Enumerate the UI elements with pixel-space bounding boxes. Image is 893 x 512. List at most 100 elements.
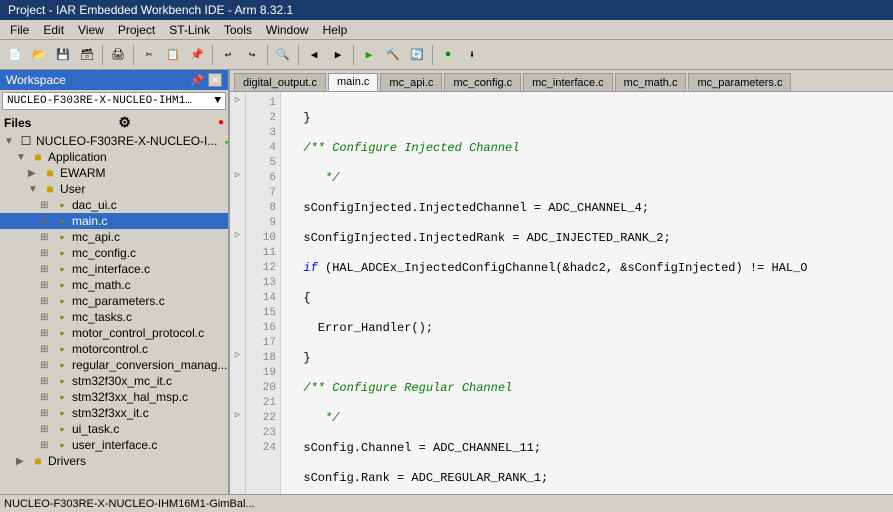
search-button[interactable]: 🔍 [272, 44, 294, 66]
ui-task-file-icon: ▪ [54, 422, 70, 436]
gutter-marker-18[interactable]: ▷ [230, 347, 245, 362]
tree-root[interactable]: ▼ ☐ NUCLEO-F303RE-X-NUCLEO-I... ✓ [0, 133, 228, 149]
tab-mc-api[interactable]: mc_api.c [380, 73, 442, 91]
menu-edit[interactable]: Edit [37, 22, 70, 38]
tree-stm32-mc-it-label: stm32f30x_mc_it.c [72, 374, 172, 388]
stm32-mc-it-expand: ⊞ [40, 376, 52, 387]
gutter-marker-5 [230, 152, 245, 167]
tree-mc-interface[interactable]: ⊞ ▪ mc_interface.c [0, 261, 228, 277]
pin-icon[interactable]: 📌 [190, 74, 204, 87]
tree-mc-tasks[interactable]: ⊞ ▪ mc_tasks.c [0, 309, 228, 325]
rebuild-button[interactable]: 🔄 [406, 44, 428, 66]
project-selector[interactable]: NUCLEO-F303RE-X-NUCLEO-IHM16M1-GimBal ▼ [2, 92, 226, 110]
download-button[interactable]: ⬇ [461, 44, 483, 66]
tree-mc-parameters[interactable]: ⊞ ▪ mc_parameters.c [0, 293, 228, 309]
gutter-marker-22[interactable]: ▷ [230, 407, 245, 422]
workspace-header: Workspace 📌 ✕ [0, 70, 228, 90]
back-button[interactable]: ◀ [303, 44, 325, 66]
line-num-22: 22 [250, 411, 276, 426]
tree-main-c[interactable]: ⊞ ▪ main.c [0, 213, 228, 229]
line-num-24: 24 [250, 441, 276, 456]
cut-button[interactable]: ✂ [138, 44, 160, 66]
tree-application-label: Application [48, 150, 107, 164]
stm32-it-file-icon: ▪ [54, 406, 70, 420]
file-tree: ▼ ☐ NUCLEO-F303RE-X-NUCLEO-I... ✓ ▼ ■ Ap… [0, 133, 228, 494]
code-line-10: /** Configure Regular Channel [289, 381, 885, 396]
tab-digital-output[interactable]: digital_output.c [234, 73, 326, 91]
save-all-button[interactable]: 🗃 [76, 44, 98, 66]
gutter-marker-9 [230, 212, 245, 227]
tree-stm32-mc-it[interactable]: ⊞ ▪ stm32f30x_mc_it.c [0, 373, 228, 389]
project-name: NUCLEO-F303RE-X-NUCLEO-IHM16M1-GimBal [7, 95, 197, 107]
tree-hal-msp[interactable]: ⊞ ▪ stm32f3xx_hal_msp.c [0, 389, 228, 405]
dac-ui-expand: ⊞ [40, 200, 52, 211]
tree-hal-msp-label: stm32f3xx_hal_msp.c [72, 390, 188, 404]
undo-button[interactable]: ↩ [217, 44, 239, 66]
redo-button[interactable]: ↪ [241, 44, 263, 66]
copy-button[interactable]: 📋 [162, 44, 184, 66]
tree-ui-task[interactable]: ⊞ ▪ ui_task.c [0, 421, 228, 437]
gutter-marker-24 [230, 437, 245, 452]
tab-bar: digital_output.c main.c mc_api.c mc_conf… [230, 70, 893, 92]
mc-tasks-expand: ⊞ [40, 312, 52, 323]
tree-motor-control-protocol[interactable]: ⊞ ▪ motor_control_protocol.c [0, 325, 228, 341]
menu-project[interactable]: Project [112, 22, 161, 38]
toolbar-sep-7 [432, 45, 433, 65]
compile-button[interactable]: ▶ [358, 44, 380, 66]
gutter-marker-10[interactable]: ▷ [230, 227, 245, 242]
debug-button[interactable]: ● [437, 44, 459, 66]
tree-mc-api[interactable]: ⊞ ▪ mc_api.c [0, 229, 228, 245]
menu-view[interactable]: View [72, 22, 110, 38]
tree-motorcontrol[interactable]: ⊞ ▪ motorcontrol.c [0, 341, 228, 357]
mc-api-file-icon: ▪ [54, 230, 70, 244]
tree-user-interface[interactable]: ⊞ ▪ user_interface.c [0, 437, 228, 453]
tree-mcp-label: motor_control_protocol.c [72, 326, 204, 340]
tree-application[interactable]: ▼ ■ Application [0, 149, 228, 165]
line-num-13: 13 [250, 276, 276, 291]
code-line-11: */ [289, 411, 885, 426]
tab-mc-parameters[interactable]: mc_parameters.c [688, 73, 791, 91]
menu-tools[interactable]: Tools [218, 22, 258, 38]
menu-help[interactable]: Help [317, 22, 354, 38]
tab-main-c[interactable]: main.c [328, 73, 378, 91]
mc-interface-file-icon: ▪ [54, 262, 70, 276]
workspace-close-button[interactable]: ✕ [208, 73, 222, 87]
tree-dac-ui[interactable]: ⊞ ▪ dac_ui.c [0, 197, 228, 213]
tab-mc-interface[interactable]: mc_interface.c [523, 73, 613, 91]
toolbar-sep-4 [267, 45, 268, 65]
code-content[interactable]: } /** Configure Injected Channel */ sCon… [281, 92, 893, 494]
line-num-20: 20 [250, 381, 276, 396]
gutter-marker-1[interactable]: ▷ [230, 92, 245, 107]
open-button[interactable]: 📂 [28, 44, 50, 66]
menu-file[interactable]: File [4, 22, 35, 38]
files-settings-button[interactable]: ⚙ [118, 114, 131, 131]
tree-mc-math[interactable]: ⊞ ▪ mc_math.c [0, 277, 228, 293]
menu-window[interactable]: Window [260, 22, 315, 38]
line-num-21: 21 [250, 396, 276, 411]
drivers-expand-icon: ▶ [16, 456, 28, 467]
code-line-7: { [289, 291, 885, 306]
tab-mc-config[interactable]: mc_config.c [444, 73, 521, 91]
tree-drivers[interactable]: ▶ ■ Drivers [0, 453, 228, 469]
tree-user[interactable]: ▼ ■ User [0, 181, 228, 197]
tree-rcm[interactable]: ⊞ ▪ regular_conversion_manag... [0, 357, 228, 373]
print-button[interactable]: 🖨 [107, 44, 129, 66]
new-button[interactable]: 📄 [4, 44, 26, 66]
rcm-file-icon: ▪ [54, 358, 70, 372]
tree-stm32-it[interactable]: ⊞ ▪ stm32f3xx_it.c [0, 405, 228, 421]
menu-stlink[interactable]: ST-Link [163, 22, 216, 38]
toolbar-sep-5 [298, 45, 299, 65]
tree-mc-config[interactable]: ⊞ ▪ mc_config.c [0, 245, 228, 261]
tree-drivers-label: Drivers [48, 454, 86, 468]
toolbar-sep-2 [133, 45, 134, 65]
save-button[interactable]: 💾 [52, 44, 74, 66]
line-num-7: 7 [250, 186, 276, 201]
tree-stm32-it-label: stm32f3xx_it.c [72, 406, 149, 420]
forward-button[interactable]: ▶ [327, 44, 349, 66]
tab-mc-math[interactable]: mc_math.c [615, 73, 687, 91]
build-button[interactable]: 🔨 [382, 44, 404, 66]
gutter-marker-6[interactable]: ▷ [230, 167, 245, 182]
toolbar-sep-6 [353, 45, 354, 65]
paste-button[interactable]: 📌 [186, 44, 208, 66]
tree-ewarm[interactable]: ▶ ■ EWARM [0, 165, 228, 181]
